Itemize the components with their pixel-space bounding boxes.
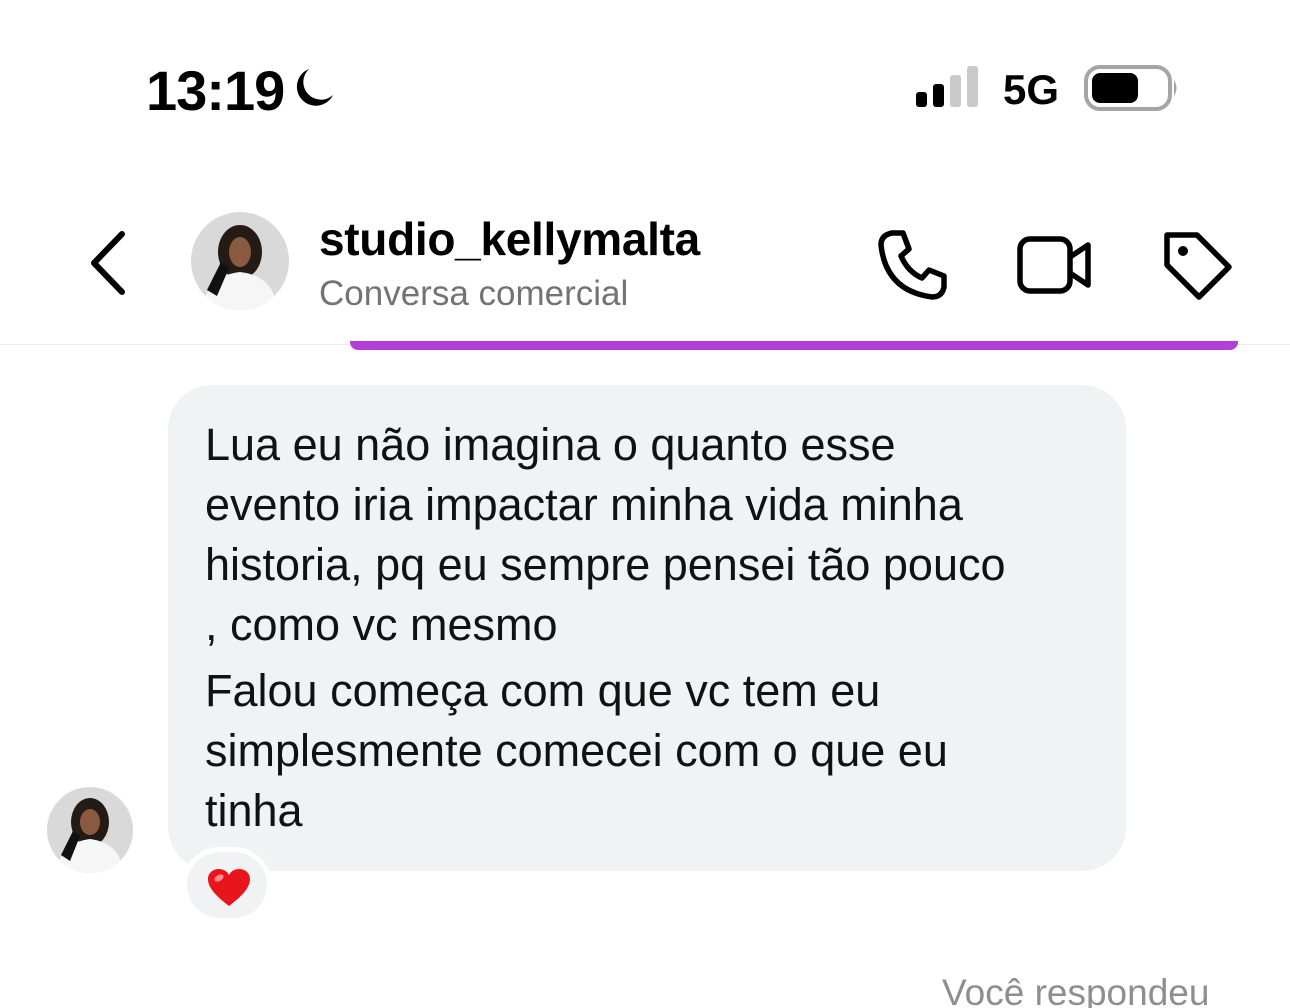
message-paragraph: Falou começa com que vc tem eu simplesme… xyxy=(205,665,948,836)
signal-icon xyxy=(916,66,978,107)
status-time: 13:19 xyxy=(146,59,285,122)
chevron-left-icon[interactable] xyxy=(86,228,130,298)
phone-icon[interactable] xyxy=(872,225,952,305)
avatar[interactable] xyxy=(191,212,289,310)
chat-subtitle: Conversa comercial xyxy=(319,274,629,313)
message-paragraph: Lua eu não imagina o quanto esse evento … xyxy=(205,419,1006,650)
accent-divider xyxy=(350,341,1238,350)
moon-icon xyxy=(296,69,333,106)
tag-icon[interactable] xyxy=(1157,225,1237,305)
chat-username[interactable]: studio_kellymalta xyxy=(319,212,700,266)
network-type: 5G xyxy=(1003,66,1060,113)
replied-label: Você respondeu xyxy=(942,972,1210,1008)
video-camera-icon[interactable] xyxy=(1014,225,1094,305)
heart-icon xyxy=(208,869,250,906)
chat-header: studio_kellymalta Conversa comercial xyxy=(0,170,1290,345)
battery-icon xyxy=(1084,65,1177,111)
reaction-badge[interactable] xyxy=(182,847,272,923)
status-bar: 13:19 5G xyxy=(0,0,1290,170)
message-avatar[interactable] xyxy=(47,787,133,873)
